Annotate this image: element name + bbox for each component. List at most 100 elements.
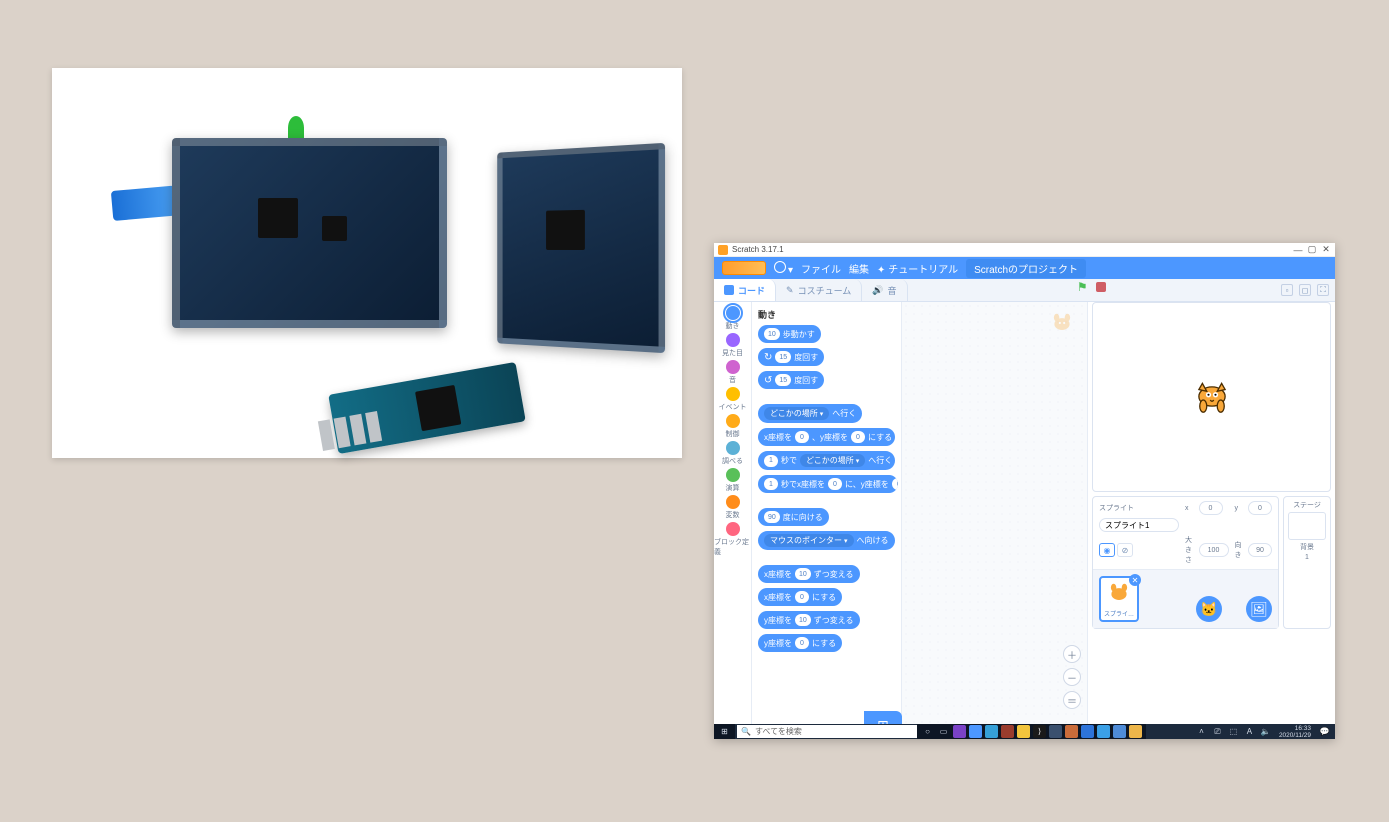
block-turn-ccw[interactable]: ↺ 15 度回す [758,371,824,389]
start-button[interactable]: ⊞ [718,725,731,738]
zoom-out-button[interactable]: － [1063,668,1081,686]
taskbar-clock[interactable]: 16:33 2020/11/29 [1275,725,1315,739]
scratch-logo[interactable] [722,261,766,275]
stage-sprite-cat[interactable] [1191,372,1233,414]
block-input[interactable]: 15 [775,351,791,363]
category-variables[interactable]: 変数 [726,495,740,520]
category-looks[interactable]: 見た目 [722,333,743,358]
taskbar-app-icon[interactable] [985,725,998,738]
add-sprite-button[interactable]: 🐱 [1196,596,1222,622]
taskbar-app-icon[interactable] [1097,725,1110,738]
tab-sounds[interactable]: 🔊 音 [862,279,907,301]
tab-code[interactable]: コード [714,279,776,301]
tab-costumes[interactable]: ✎ コスチューム [776,279,862,301]
cortana-icon[interactable]: ○ [921,725,934,738]
large-stage-button[interactable]: ◻ [1299,284,1311,296]
block-input[interactable]: 10 [764,328,780,340]
block-input[interactable]: 0 [828,478,842,490]
category-myblocks[interactable]: ブロック定義 [714,522,751,557]
edit-menu[interactable]: 編集 [849,261,869,276]
taskbar-app-icon[interactable] [969,725,982,738]
taskbar-app-icon[interactable] [1113,725,1126,738]
taskbar-app-icon[interactable] [1065,725,1078,738]
category-operators[interactable]: 演算 [726,468,740,493]
script-canvas[interactable]: ⊞ ＋ － ＝ [902,302,1087,739]
block-input[interactable]: 10 [795,614,811,626]
taskbar-app-icon[interactable] [1001,725,1014,738]
fullscreen-button[interactable]: ⛶ [1317,284,1329,296]
block-move-steps[interactable]: 10 歩動かす [758,325,821,343]
category-control[interactable]: 制御 [726,414,740,439]
taskbar-app-icon[interactable] [1129,725,1142,738]
block-input[interactable]: 90 [764,511,780,523]
zoom-reset-button[interactable]: ＝ [1063,691,1081,709]
ime-icon[interactable]: A [1243,725,1256,738]
taskbar-app-icon[interactable] [1017,725,1030,738]
stage-view[interactable] [1092,302,1331,492]
block-input[interactable]: 1 [764,455,778,467]
block-glide-xy[interactable]: 1 秒でx座標を 0 に、y座標を 0 [758,475,898,493]
sprite-direction-value[interactable]: 90 [1248,543,1272,557]
block-dropdown[interactable]: どこかの場所 [800,454,865,467]
show-button[interactable]: ◉ [1099,543,1115,557]
maximize-button[interactable]: ▢ [1307,245,1317,255]
block-input[interactable]: 10 [795,568,811,580]
volume-icon[interactable]: 🔈 [1259,725,1272,738]
block-input[interactable]: 0 [795,431,809,443]
block-dropdown[interactable]: どこかの場所 [764,407,829,420]
category-sound[interactable]: 音 [726,360,740,385]
block-goto-menu[interactable]: どこかの場所 へ行く [758,404,862,423]
block-change-y[interactable]: y座標を 10 ずつ変える [758,611,860,629]
zoom-in-button[interactable]: ＋ [1063,645,1081,663]
tray-chevron-icon[interactable]: ˄ [1195,725,1208,738]
close-button[interactable]: ✕ [1321,245,1331,255]
add-backdrop-button[interactable]: 🖼 [1246,596,1272,622]
taskbar-app-icon[interactable]: ⟩ [1033,725,1046,738]
hide-button[interactable]: ⊘ [1117,543,1133,557]
block-glide-menu[interactable]: 1 秒で どこかの場所 へ行く [758,451,895,470]
block-input[interactable]: 15 [775,374,791,386]
language-menu[interactable]: ▾ [774,261,793,276]
block-point-towards[interactable]: マウスのポインター へ向ける [758,531,895,550]
notifications-icon[interactable]: 💬 [1318,725,1331,738]
sprite-name-input[interactable] [1099,518,1179,532]
sprite-y-value[interactable]: 0 [1248,501,1272,515]
sprite-size-value[interactable]: 100 [1199,543,1229,557]
file-menu[interactable]: ファイル [801,261,841,276]
category-sensing[interactable]: 調べる [722,441,743,466]
block-input[interactable]: 0 [892,478,898,490]
tray-icon[interactable]: ⬚ [1227,725,1240,738]
stop-button[interactable] [1096,282,1106,292]
category-motion[interactable]: 動き [726,306,740,331]
sprite-item[interactable]: ✕ スプライ… [1099,576,1139,622]
small-stage-button[interactable]: ▫ [1281,284,1293,296]
tutorials-button[interactable]: ✦ チュートリアル [877,261,958,276]
block-dropdown[interactable]: マウスのポインター [764,534,854,547]
delete-sprite-button[interactable]: ✕ [1129,574,1141,586]
block-goto-xy[interactable]: x座標を 0 、y座標を 0 にする [758,428,895,446]
block-set-y[interactable]: y座標を 0 にする [758,634,842,652]
task-view-icon[interactable]: ▭ [937,725,950,738]
block-input[interactable]: 1 [764,478,778,490]
taskbar-search[interactable]: 🔍 すべてを検索 [737,725,917,738]
sprite-x-value[interactable]: 0 [1199,501,1223,515]
block-input[interactable]: 0 [795,637,809,649]
taskbar-app-icon[interactable] [1081,725,1094,738]
block-input[interactable]: 0 [795,591,809,603]
block-input[interactable]: 0 [851,431,865,443]
taskbar-app-icon[interactable] [1049,725,1062,738]
tray-icon[interactable]: ⎚ [1211,725,1224,738]
block-text: y座標を [764,615,792,626]
minimize-button[interactable]: — [1293,245,1303,255]
block-turn-cw[interactable]: ↻ 15 度回す [758,348,824,366]
block-set-x[interactable]: x座標を 0 にする [758,588,842,606]
taskbar-app-icon[interactable] [953,725,966,738]
block-point-direction[interactable]: 90 度に向ける [758,508,829,526]
category-events[interactable]: イベント [719,387,747,412]
block-text: にする [868,432,892,443]
category-label: 変数 [726,510,740,520]
block-change-x[interactable]: x座標を 10 ずつ変える [758,565,860,583]
green-flag-button[interactable]: ⚑ [1077,280,1088,294]
stage-thumbnail[interactable] [1288,512,1326,540]
project-name-field[interactable]: Scratchのプロジェクト [966,259,1086,278]
